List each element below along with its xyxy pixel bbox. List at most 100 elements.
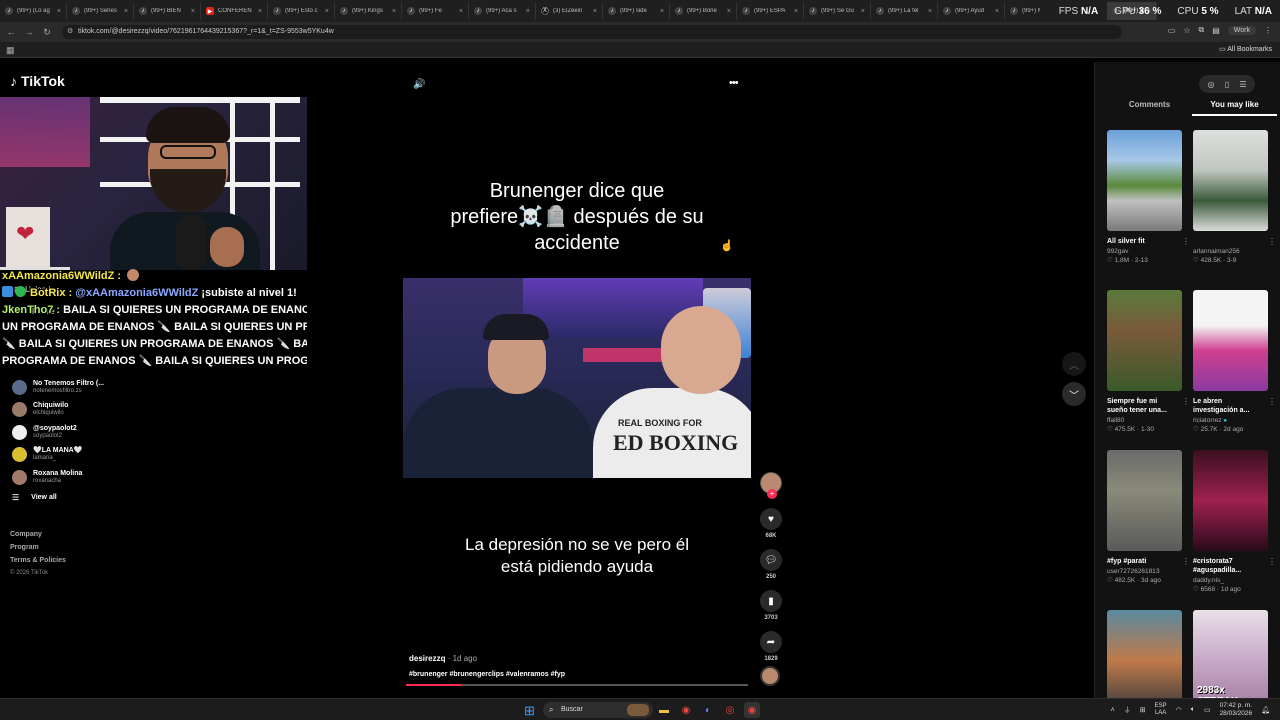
- video-thumbnail[interactable]: [1193, 290, 1268, 391]
- card-menu-icon[interactable]: ⋮: [1268, 557, 1276, 566]
- recommended-video-card[interactable]: All silver fit 992gav ♡ 1.8M · 2-13 ⋮: [1107, 130, 1190, 265]
- wifi-icon[interactable]: ◠: [1176, 706, 1182, 714]
- close-tab-icon[interactable]: ×: [325, 8, 329, 15]
- close-tab-icon[interactable]: ×: [57, 8, 61, 15]
- recommended-video-card[interactable]: Siempre fue mi sueño tener una... ffall80 ♡…: [1107, 290, 1190, 434]
- browser-tab[interactable]: ♪ (99+) Esto c ×: [268, 2, 335, 20]
- notification-bell-icon[interactable]: 🔔︎: [1261, 706, 1270, 714]
- compass-icon[interactable]: ◎: [1203, 80, 1219, 89]
- windows-start-icon[interactable]: ⊞: [524, 703, 535, 719]
- battery-icon[interactable]: ▭: [1204, 706, 1211, 714]
- video-thumbnail[interactable]: [1107, 130, 1182, 231]
- video-frame[interactable]: REAL BOXING FOR ED BOXING: [403, 278, 751, 478]
- sidebar-icon[interactable]: ▤: [1212, 26, 1220, 35]
- like-action[interactable]: ♥ 68K: [758, 508, 784, 539]
- footer-link-program[interactable]: Program: [10, 541, 66, 554]
- following-item[interactable]: Chiquiwilo elchiquiwilo: [12, 399, 302, 422]
- recommended-video-card[interactable]: 2983x STREAK: [1193, 610, 1268, 711]
- following-item[interactable]: Roxana Molina roxanacha: [12, 466, 302, 489]
- url-input[interactable]: ⚙ tiktok.com/@desirezzq/video/7621961764…: [62, 25, 1122, 39]
- close-tab-icon[interactable]: ×: [526, 8, 530, 15]
- follow-plus-icon[interactable]: +: [767, 489, 777, 499]
- volume-icon[interactable]: 🔊: [413, 79, 425, 90]
- browser-tab[interactable]: ♪ (99+) Aca s ×: [469, 2, 536, 20]
- card-menu-icon[interactable]: ⋮: [1182, 397, 1190, 406]
- close-tab-icon[interactable]: ×: [258, 8, 262, 15]
- video-hashtags[interactable]: #brunenger #brunengerclips #valenramos #…: [409, 671, 565, 678]
- card-menu-icon[interactable]: ⋮: [1182, 557, 1190, 566]
- menu-dots-icon[interactable]: ⋮: [1264, 26, 1272, 35]
- video-thumbnail[interactable]: [1107, 450, 1182, 551]
- music-disc-icon[interactable]: [760, 666, 780, 686]
- file-explorer-icon[interactable]: ▬: [656, 702, 672, 718]
- footer-link-terms[interactable]: Terms & Policies: [10, 554, 66, 567]
- video-thumbnail[interactable]: 2983x STREAK: [1193, 610, 1268, 711]
- profile-button[interactable]: Work: [1227, 25, 1256, 35]
- video-progress-bar[interactable]: [406, 684, 748, 686]
- browser-tab[interactable]: ♪ (99+) Fe ×: [402, 2, 469, 20]
- recommended-video-card[interactable]: #cristorata7 #aguspadilla... daddy.nis_ ♡ 6…: [1193, 450, 1276, 594]
- chevron-up-icon[interactable]: ˄: [1111, 707, 1115, 714]
- list-view-icon[interactable]: ☰: [1235, 80, 1251, 89]
- phone-icon[interactable]: ▯: [1219, 80, 1235, 89]
- language-indicator[interactable]: ESP LAA: [1155, 703, 1167, 717]
- creator-avatar[interactable]: +: [760, 472, 782, 499]
- card-menu-icon[interactable]: ⋮: [1182, 237, 1190, 246]
- cast-icon[interactable]: ▭: [1168, 26, 1176, 35]
- browser-tab[interactable]: ♪ (99+) ESPA ×: [737, 2, 804, 20]
- comment-icon[interactable]: 💬︎: [760, 549, 782, 571]
- browser-tab[interactable]: ♪(99+) Magn×: [1005, 2, 1040, 20]
- footer-link-company[interactable]: Company: [10, 528, 66, 541]
- card-menu-icon[interactable]: ⋮: [1268, 237, 1276, 246]
- usb-icon[interactable]: ⏚: [1124, 705, 1131, 715]
- view-all-button[interactable]: ☰ View all: [12, 493, 302, 502]
- close-tab-icon[interactable]: ×: [392, 8, 396, 15]
- video-thumbnail[interactable]: [1193, 130, 1268, 231]
- app-icon[interactable]: ◎: [722, 702, 738, 718]
- browser-tab[interactable]: ♪ (99+) Senes ×: [67, 2, 134, 20]
- clock[interactable]: 07:42 p. m. 28/03/2026: [1220, 702, 1253, 718]
- chrome-active-icon[interactable]: ◉: [744, 702, 760, 718]
- tab-you-may-like[interactable]: You may like: [1192, 100, 1277, 116]
- save-action[interactable]: ▮ 3703: [758, 590, 784, 621]
- browser-tab[interactable]: ♪ (99+) BIEN ×: [134, 2, 201, 20]
- bookmark-icon[interactable]: ▮: [760, 590, 782, 612]
- site-info-icon[interactable]: ⚙: [67, 25, 73, 39]
- reload-icon[interactable]: ↻: [40, 25, 54, 39]
- network-icon[interactable]: ⊞: [1140, 706, 1146, 714]
- tab-comments[interactable]: Comments: [1107, 100, 1192, 116]
- browser-tab[interactable]: ♪ (99+) Se Gu ×: [804, 2, 871, 20]
- speaker-icon[interactable]: 🔈︎: [1191, 706, 1195, 714]
- following-item[interactable]: 🤍LA MANA🤍 lamana_: [12, 444, 302, 467]
- close-tab-icon[interactable]: ×: [593, 8, 597, 15]
- more-options-icon[interactable]: •••: [729, 77, 739, 89]
- close-tab-icon[interactable]: ×: [995, 8, 999, 15]
- close-tab-icon[interactable]: ×: [727, 8, 731, 15]
- taskbar-search[interactable]: ⌕ Buscar: [543, 702, 653, 718]
- discord-icon[interactable]: ◐: [700, 702, 716, 718]
- browser-tab[interactable]: ♪ (99+) Ayud ×: [938, 2, 1005, 20]
- close-tab-icon[interactable]: ×: [928, 8, 932, 15]
- previous-video-button[interactable]: ︿: [1062, 352, 1086, 376]
- recommended-video-card[interactable]: arlannaiman256 ♡ 428.5K · 3-9 ⋮: [1193, 130, 1276, 265]
- heart-icon[interactable]: ♥: [760, 508, 782, 530]
- browser-tab[interactable]: ♪ (99+) Kings ×: [335, 2, 402, 20]
- close-tab-icon[interactable]: ×: [459, 8, 463, 15]
- video-thumbnail[interactable]: [1107, 290, 1182, 391]
- share-icon[interactable]: ➦: [760, 631, 782, 653]
- chrome-icon[interactable]: ◉: [678, 702, 694, 718]
- recommended-video-card[interactable]: #fyp #parati user7272626181З ♡ 482.5K · 3d…: [1107, 450, 1190, 585]
- browser-tab[interactable]: ▶ CONFEREN ×: [201, 2, 268, 20]
- forward-arrow-icon[interactable]: →: [22, 25, 36, 39]
- bookmark-star-icon[interactable]: ☆: [1183, 26, 1190, 35]
- close-tab-icon[interactable]: ×: [191, 8, 195, 15]
- back-arrow-icon[interactable]: ←: [4, 25, 18, 39]
- browser-tab[interactable]: ♪ (99+) (Lo ag ×: [0, 2, 67, 20]
- apps-grid-icon[interactable]: ▦: [6, 45, 15, 56]
- browser-tab[interactable]: X (3) ElZeein ×: [536, 2, 603, 20]
- comment-action[interactable]: 💬︎ 250: [758, 549, 784, 580]
- card-menu-icon[interactable]: ⋮: [1268, 397, 1276, 406]
- recommended-video-card[interactable]: Le abren investigación a... riciatorrez ● ♡…: [1193, 290, 1276, 434]
- video-thumbnail[interactable]: [1107, 610, 1182, 711]
- next-video-button[interactable]: ﹀: [1062, 382, 1086, 406]
